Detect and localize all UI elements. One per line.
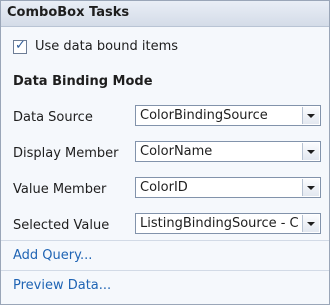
selected-value-combo[interactable]: ListingBindingSource - C	[135, 213, 321, 234]
display-member-value: ColorName	[140, 144, 213, 159]
combobox-tasks-panel: ComboBox Tasks ✓ Use data bound items Da…	[0, 0, 330, 305]
selected-value-value: ListingBindingSource - C	[140, 216, 299, 231]
data-source-label: Data Source	[13, 110, 93, 125]
preview-data-link[interactable]: Preview Data...	[13, 278, 111, 293]
checkbox-box[interactable]: ✓	[13, 38, 27, 54]
display-member-label: Display Member	[13, 146, 119, 161]
selected-value-label: Selected Value	[13, 218, 110, 233]
panel-header: ComboBox Tasks	[1, 1, 329, 27]
divider	[1, 270, 329, 271]
panel-title: ComboBox Tasks	[7, 5, 130, 20]
add-query-link[interactable]: Add Query...	[13, 248, 92, 263]
data-source-value: ColorBindingSource	[140, 108, 268, 123]
divider	[1, 240, 329, 241]
selected-value-dropdown-button[interactable]	[302, 215, 319, 232]
value-member-label: Value Member	[13, 182, 107, 197]
chevron-down-icon	[307, 186, 315, 190]
value-member-dropdown-button[interactable]	[302, 179, 319, 196]
section-heading: Data Binding Mode	[13, 74, 153, 89]
value-member-value: ColorID	[140, 180, 188, 195]
data-source-dropdown-button[interactable]	[302, 107, 319, 124]
checkmark-icon: ✓	[15, 38, 26, 53]
chevron-down-icon	[307, 114, 315, 118]
data-source-combo[interactable]: ColorBindingSource	[135, 105, 321, 126]
chevron-down-icon	[307, 222, 315, 226]
value-member-combo[interactable]: ColorID	[135, 177, 321, 198]
display-member-dropdown-button[interactable]	[302, 143, 319, 160]
display-member-combo[interactable]: ColorName	[135, 141, 321, 162]
checkbox-label: Use data bound items	[35, 39, 179, 54]
chevron-down-icon	[307, 150, 315, 154]
